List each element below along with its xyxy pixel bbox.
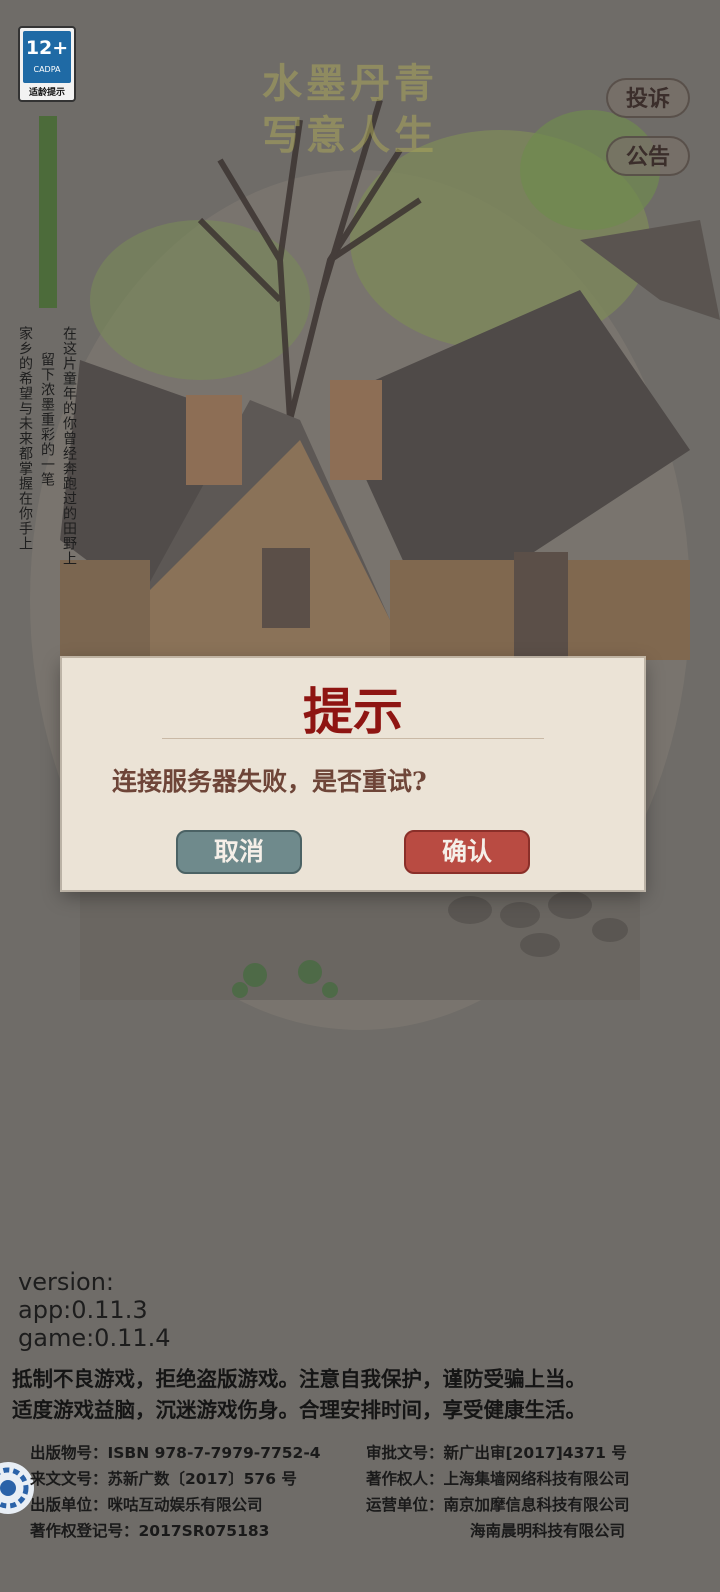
game-version: game:0.11.4 xyxy=(18,1324,171,1352)
dialog-title: 提示 xyxy=(303,682,403,741)
story-text-col-1: 在这片童年的你曾经奔跑过的田野上 xyxy=(61,326,77,566)
confirm-button[interactable]: 确认 xyxy=(404,830,530,874)
app-version: app:0.11.3 xyxy=(18,1296,148,1324)
story-text-col-2: 留下浓墨重彩的一笔 xyxy=(39,352,55,487)
story-text-col-3: 家乡的希望与未来都掌握在你手上 xyxy=(17,326,33,551)
health-warning: 抵制不良游戏，拒绝盗版游戏。注意自我保护，谨防受骗上当。 适度游戏益脑，沉迷游戏… xyxy=(12,1367,586,1422)
dialog-divider xyxy=(162,738,544,739)
age-rating-tip: 适龄提示 xyxy=(28,88,65,98)
age-rating-icon: 12+ CADPA xyxy=(23,31,71,83)
complaint-button[interactable]: 投诉 xyxy=(606,78,690,118)
publish-info-left: 出版物号：ISBN 978-7-7979-7752-4 来文文号：苏新广数〔20… xyxy=(30,1444,321,1540)
notice-button[interactable]: 公告 xyxy=(606,136,690,176)
cancel-button[interactable]: 取消 xyxy=(176,830,302,874)
game-title-watermark: 水墨丹青 写意人生 xyxy=(262,60,438,159)
version-label: version: xyxy=(18,1268,114,1296)
publish-info-right: 审批文号：新广出审[2017]4371 号 著作权人：上海集墙网络科技有限公司 … xyxy=(366,1444,630,1540)
retry-dialog: 提示 连接服务器失败，是否重试? 取消 确认 xyxy=(62,658,644,890)
version-info: version: app:0.11.3 game:0.11.4 xyxy=(18,1268,171,1352)
decorative-bar xyxy=(39,116,57,308)
age-rating-badge[interactable]: 12+ CADPA 适龄提示 xyxy=(18,26,76,102)
dialog-message: 连接服务器失败，是否重试? xyxy=(112,767,427,796)
